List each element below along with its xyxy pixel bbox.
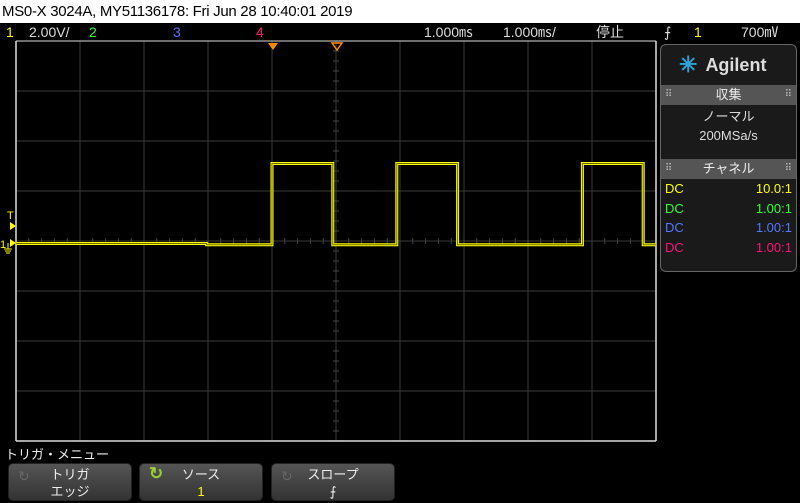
agilent-logo: ✳ Agilent	[679, 52, 767, 77]
channel-2-row: DC 1.00:1	[665, 200, 792, 216]
acquisition-info: ノーマル 200MSa/s	[661, 105, 796, 159]
time-reference-marker	[330, 42, 344, 52]
sample-rate: 200MSa/s	[699, 128, 758, 143]
acquisition-mode: ノーマル	[702, 109, 755, 124]
rotate-knob-icon: ↻	[18, 468, 30, 484]
ch1-ground-marker[interactable]: 1	[0, 239, 16, 254]
channel-header[interactable]: チャネル	[661, 159, 796, 179]
channel-4-row: DC 1.00:1	[665, 239, 792, 255]
softkey-source[interactable]: ↻ ソース 1	[139, 463, 263, 501]
trigger-source[interactable]: 1	[694, 23, 702, 42]
menu-title: トリガ・メニュー	[5, 447, 110, 462]
channel-3-row: DC 1.00:1	[665, 220, 792, 235]
graticule	[15, 40, 657, 442]
trigger-level[interactable]: 700㎷	[741, 23, 778, 42]
rising-edge-icon: ⨍	[329, 484, 337, 499]
waveform-display[interactable]: T 1	[0, 40, 660, 445]
trigger-position-marker[interactable]	[268, 43, 278, 50]
acquisition-header[interactable]: 収集	[661, 85, 796, 105]
window-title: MS0-X 3024A, MY51136178: Fri Jun 28 10:4…	[0, 0, 800, 23]
rotate-knob-icon: ↻	[281, 468, 293, 484]
softkey-trigger-type[interactable]: ↻ トリガ エッジ	[8, 463, 132, 501]
svg-text:T: T	[7, 210, 14, 222]
agilent-spark-icon: ✳	[679, 52, 698, 77]
channel-1-row: DC 10.0:1	[665, 181, 792, 196]
softkey-slope[interactable]: ↻ スロープ ⨍	[271, 463, 395, 501]
rotate-knob-icon: ↻	[149, 464, 164, 483]
side-panel: ✳ Agilent 収集 ノーマル 200MSa/s チャネル DC10.0:1…	[660, 44, 797, 272]
trigger-level-marker[interactable]: T	[7, 210, 16, 230]
rising-edge-icon: ⨍	[664, 24, 672, 40]
